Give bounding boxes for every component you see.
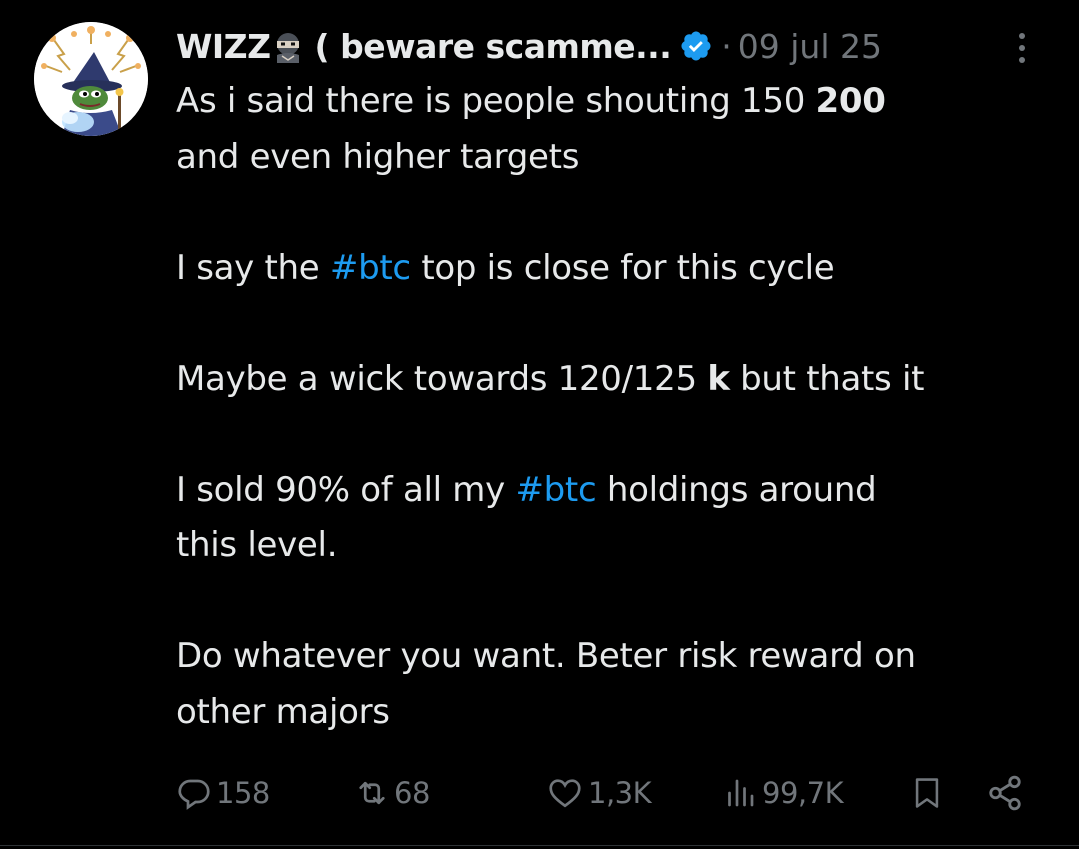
- tweet-header: WIZZ ( beware scamme... · 09 jul 25: [176, 20, 882, 72]
- bookmark-button[interactable]: [910, 768, 944, 818]
- repost-count: 68: [394, 776, 430, 810]
- tweet-text-line: Maybe a wick towards 120/125 k but thats…: [176, 358, 925, 399]
- views-button[interactable]: 99,7K: [722, 768, 844, 818]
- share-button[interactable]: [986, 768, 1024, 818]
- meta-separator: ·: [721, 26, 732, 66]
- wizard-avatar-icon: [34, 22, 148, 136]
- author-display-name[interactable]: WIZZ: [176, 27, 271, 66]
- more-vertical-icon[interactable]: [1010, 30, 1034, 66]
- tweet-actions: 158 68 1,3K 99,7K: [0, 768, 1079, 818]
- tweet-text-line: I sold 90% of all my #btc holdings aroun…: [176, 469, 877, 510]
- views-count: 99,7K: [762, 776, 844, 810]
- repost-icon: [359, 781, 385, 805]
- bookmark-icon: [915, 778, 939, 808]
- ninja-emoji-icon: [276, 33, 299, 63]
- tweet-text-line: As i said there is people shouting 150 2…: [176, 81, 886, 121]
- tweet[interactable]: WIZZ ( beware scamme... · 09 jul 25 As i…: [0, 0, 1079, 849]
- repost-button[interactable]: 68: [354, 768, 430, 818]
- like-count: 1,3K: [588, 776, 652, 810]
- bold-text: k: [707, 358, 730, 399]
- like-button[interactable]: 1,3K: [546, 768, 652, 818]
- verified-badge-icon[interactable]: [679, 29, 713, 63]
- tweet-text: As i said there is people shouting 150 2…: [176, 74, 1056, 740]
- hashtag-link[interactable]: #btc: [330, 248, 411, 288]
- views-chart-icon: [728, 779, 754, 807]
- bold-text: 200: [815, 81, 886, 121]
- tweet-text-line: and even higher targets: [176, 136, 580, 177]
- tweet-text-line: this level.: [176, 525, 338, 565]
- reply-icon: [178, 779, 210, 810]
- tweet-timestamp[interactable]: 09 jul 25: [738, 27, 882, 66]
- heart-icon: [549, 779, 581, 808]
- share-icon: [989, 775, 1021, 811]
- reply-count: 158: [216, 776, 270, 810]
- reply-button[interactable]: 158: [176, 768, 270, 818]
- author-display-name-tail[interactable]: ( beware scamme...: [315, 27, 672, 66]
- hashtag-link[interactable]: #btc: [515, 470, 596, 510]
- author-avatar[interactable]: [34, 22, 148, 136]
- tweet-text-line: Do whatever you want. Beter risk reward …: [176, 636, 916, 676]
- tweet-text-line: I say the #btc top is close for this cyc…: [176, 247, 835, 288]
- divider: [0, 845, 1079, 846]
- tweet-text-line: other majors: [176, 691, 390, 732]
